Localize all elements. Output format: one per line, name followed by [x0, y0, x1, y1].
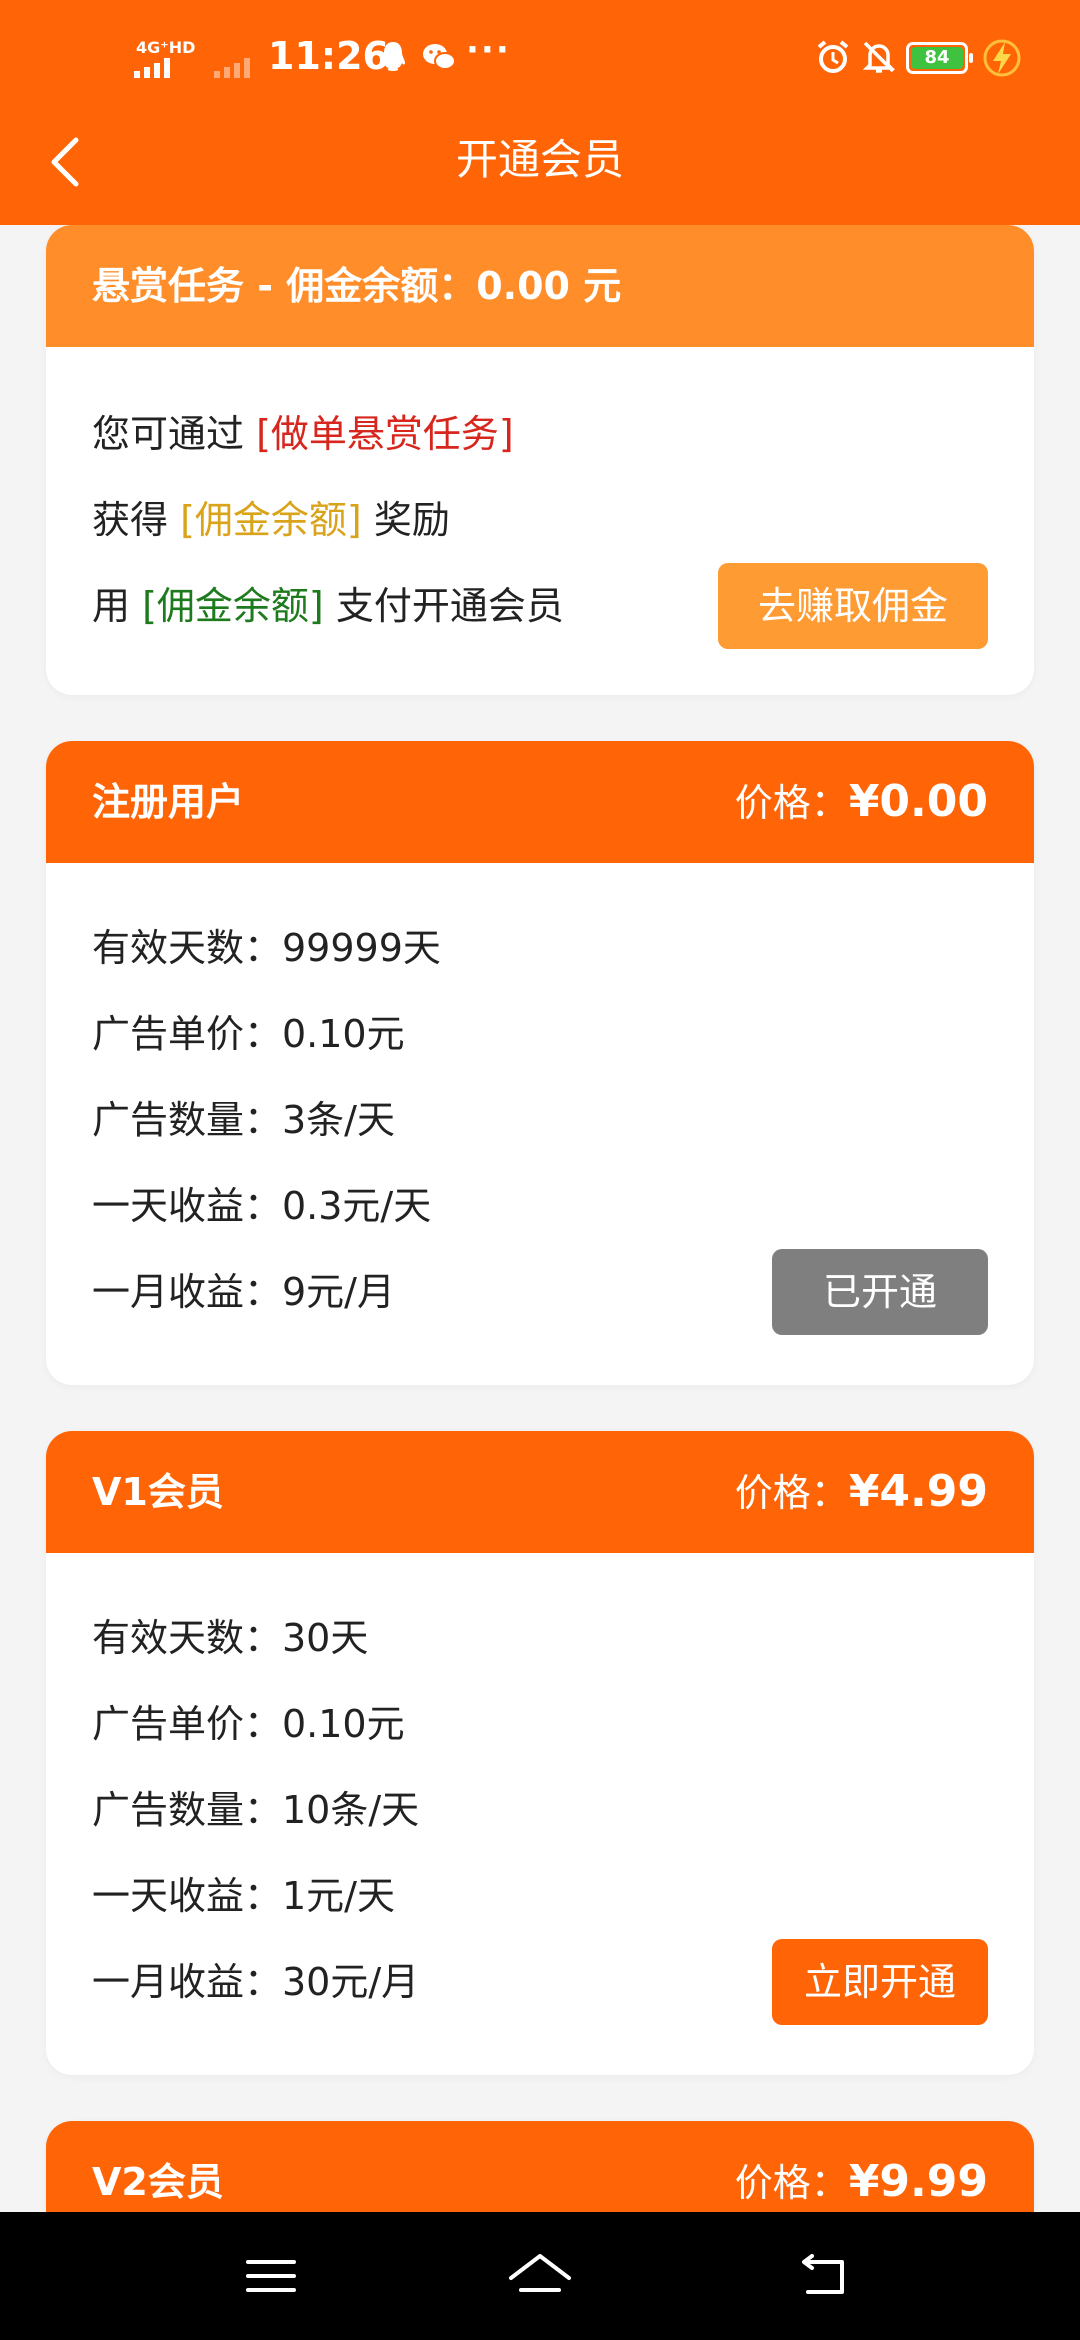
plan-card-v2: V2会员 价格：¥9.99: [46, 2121, 1034, 2212]
home-icon[interactable]: [505, 2246, 575, 2306]
plan-card-registered: 注册用户 价格：¥0.00 有效天数：99999天 广告单价：0.10元 广告数…: [46, 741, 1034, 1385]
plan-price: 价格：¥9.99: [734, 2156, 988, 2207]
membership-list[interactable]: 悬赏任务 - 佣金余额：0.00 元 您可通过 [做单悬赏任务] 获得 [佣金余…: [0, 225, 1080, 2212]
plan-detail-ad-price: 广告单价：0.10元: [92, 1702, 405, 1746]
bounty-task-link: [做单悬赏任务]: [256, 412, 514, 456]
plan-detail-ad-price: 广告单价：0.10元: [92, 1012, 405, 1056]
plan-detail-days: 有效天数：30天: [92, 1616, 369, 1660]
plan-name: 注册用户: [92, 780, 245, 824]
reward-line-2: 获得 [佣金余额] 奖励: [92, 498, 450, 542]
reward-line-1: 您可通过 [做单悬赏任务]: [92, 412, 514, 456]
plan-price: 价格：¥0.00: [734, 776, 988, 827]
reward-task-card: 悬赏任务 - 佣金余额：0.00 元 您可通过 [做单悬赏任务] 获得 [佣金余…: [46, 225, 1034, 695]
commission-balance-title: 悬赏任务 - 佣金余额：0.00 元: [92, 264, 622, 308]
page-title: 开通会员: [455, 135, 624, 184]
system-navigation-bar: [0, 2212, 1080, 2340]
app-header: 4G⁺HD 11:26 ··· 84 开通会员: [0, 0, 1080, 225]
plan-card-header: 注册用户 价格：¥0.00: [46, 741, 1034, 863]
bell-off-icon: [862, 41, 896, 73]
reward-card-header: 悬赏任务 - 佣金余额：0.00 元: [46, 225, 1034, 347]
activate-now-button[interactable]: 立即开通: [772, 1939, 988, 2025]
wechat-icon: [423, 44, 456, 70]
activated-button[interactable]: 已开通: [772, 1249, 988, 1335]
more-notifications: ···: [466, 30, 511, 70]
qq-icon: [381, 42, 405, 71]
signal-strength-icon: [134, 58, 190, 78]
charge-icon: [983, 39, 1021, 77]
clock: 11:26: [268, 34, 389, 78]
reward-line-3: 用 [佣金余额] 支付开通会员: [92, 584, 564, 628]
plan-detail-daily-income: 一天收益：1元/天: [92, 1874, 395, 1918]
plan-detail-monthly-income: 一月收益：30元/月: [92, 1960, 420, 2004]
plan-detail-monthly-income: 一月收益：9元/月: [92, 1270, 395, 1314]
plan-name: V2会员: [92, 2160, 224, 2204]
plan-detail-daily-income: 一天收益：0.3元/天: [92, 1184, 432, 1228]
return-icon[interactable]: [790, 2246, 860, 2306]
status-bar: 4G⁺HD 11:26 ··· 84: [0, 0, 1080, 120]
alarm-icon: [817, 40, 849, 73]
menu-icon[interactable]: [236, 2246, 306, 2306]
earn-commission-button[interactable]: 去赚取佣金: [718, 563, 988, 649]
plan-price: 价格：¥4.99: [734, 1466, 988, 1517]
plan-card-header: V2会员 价格：¥9.99: [46, 2121, 1034, 2212]
plan-name: V1会员: [92, 1470, 224, 1514]
plan-card-v1: V1会员 价格：¥4.99 有效天数：30天 广告单价：0.10元 广告数量：1…: [46, 1431, 1034, 2075]
plan-card-header: V1会员 价格：¥4.99: [46, 1431, 1034, 1553]
plan-detail-ad-count: 广告数量：3条/天: [92, 1098, 395, 1142]
network-indicator: 4G⁺HD: [136, 38, 196, 57]
plan-detail-ad-count: 广告数量：10条/天: [92, 1788, 420, 1832]
plan-detail-days: 有效天数：99999天: [92, 926, 441, 970]
signal-strength-2-icon: [214, 58, 262, 78]
battery-indicator: 84: [906, 42, 973, 74]
